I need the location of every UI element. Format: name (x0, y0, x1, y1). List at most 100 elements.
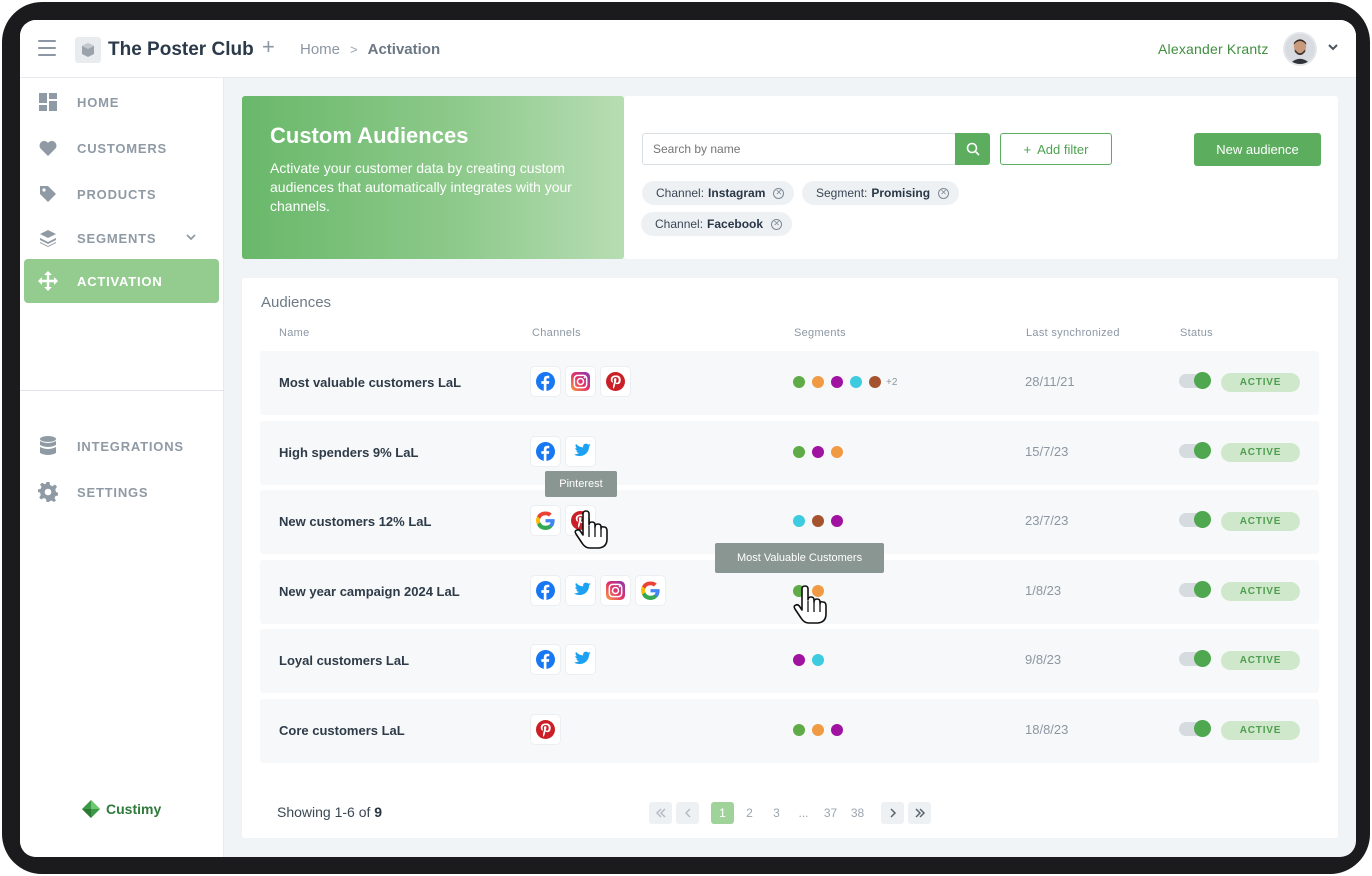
remove-chip-icon[interactable]: ✕ (771, 218, 783, 230)
status-toggle[interactable] (1179, 442, 1211, 459)
add-workspace-button[interactable]: + (262, 36, 275, 58)
segment-dot[interactable] (793, 654, 805, 666)
brand-name[interactable]: The Poster Club (108, 39, 254, 61)
brand-logo-icon (75, 37, 101, 63)
table-row[interactable]: Most valuable customers LaL +2 28/11/21 ACT… (260, 351, 1319, 415)
status-badge: ACTIVE (1221, 443, 1300, 462)
twitter-icon[interactable] (566, 437, 595, 466)
segment-dot[interactable] (831, 376, 843, 388)
pinterest-icon[interactable] (531, 715, 560, 744)
chevron-down-icon[interactable] (1326, 40, 1340, 54)
segment-dot[interactable] (793, 376, 805, 388)
table-row[interactable]: Loyal customers LaL 9/8/23 ACTIVE (260, 629, 1319, 693)
chip-value: Promising (871, 186, 931, 200)
segment-dot[interactable] (812, 724, 824, 736)
filter-chip[interactable]: Channel: Facebook ✕ (641, 212, 793, 236)
sidebar-item-segments[interactable]: SEGMENTS (24, 216, 219, 260)
prev-page-icon[interactable] (676, 802, 699, 824)
audience-name[interactable]: Core customers LaL (279, 723, 405, 738)
google-icon[interactable] (636, 576, 665, 605)
page-button[interactable]: 38 (846, 802, 869, 824)
status-toggle[interactable] (1179, 720, 1211, 737)
segment-dot[interactable] (831, 446, 843, 458)
page-button[interactable]: 37 (819, 802, 842, 824)
sidebar-item-integrations[interactable]: INTEGRATIONS (24, 424, 219, 468)
search-input[interactable] (642, 133, 956, 165)
segment-dot[interactable] (793, 515, 805, 527)
user-name[interactable]: Alexander Krantz (1158, 41, 1269, 57)
top-bar: The Poster Club + Home > Activation Alex… (20, 20, 1356, 78)
last-synchronized-date: 15/7/23 (1025, 444, 1069, 459)
sidebar-item-settings[interactable]: SETTINGS (24, 470, 219, 514)
segment-dot[interactable] (812, 446, 824, 458)
first-page-icon[interactable] (649, 802, 672, 824)
remove-chip-icon[interactable]: ✕ (938, 187, 950, 199)
segment-dot[interactable] (793, 446, 805, 458)
page-button[interactable]: 3 (765, 802, 788, 824)
custom-audiences-hero: Custom Audiences Activate your customer … (242, 96, 624, 259)
app-screen: The Poster Club + Home > Activation Alex… (20, 20, 1356, 857)
sidebar-item-activation[interactable]: ACTIVATION (24, 259, 219, 303)
column-header-channels: Channels (532, 327, 581, 339)
next-page-icon[interactable] (881, 802, 904, 824)
table-row[interactable]: Core customers LaL 18/8/23 ACTIVE (260, 699, 1319, 763)
remove-chip-icon[interactable]: ✕ (773, 187, 785, 199)
segment-dot[interactable] (831, 515, 843, 527)
sidebar-item-customers[interactable]: CUSTOMERS (24, 126, 219, 170)
segment-dot[interactable] (869, 376, 881, 388)
plus-icon: + (1023, 141, 1032, 157)
segment-dot[interactable] (812, 515, 824, 527)
new-audience-button[interactable]: New audience (1194, 133, 1321, 166)
facebook-icon[interactable] (531, 576, 560, 605)
table-row[interactable]: High spenders 9% LaL 15/7/23 ACTIVE (260, 421, 1319, 485)
status-badge: ACTIVE (1221, 373, 1300, 392)
filter-chip[interactable]: Channel: Instagram ✕ (642, 181, 795, 205)
status-toggle[interactable] (1179, 511, 1211, 528)
sidebar-item-home[interactable]: HOME (24, 80, 219, 124)
chip-value: Instagram (708, 186, 766, 200)
segment-dot[interactable] (850, 376, 862, 388)
audience-name[interactable]: New customers 12% LaL (279, 514, 431, 529)
google-icon[interactable] (531, 506, 560, 535)
search-button[interactable] (955, 133, 990, 165)
audience-name[interactable]: Loyal customers LaL (279, 653, 409, 668)
breadcrumb-home[interactable]: Home (300, 41, 340, 58)
status-toggle[interactable] (1179, 372, 1211, 389)
breadcrumb: Home > Activation (300, 41, 440, 58)
facebook-icon[interactable] (531, 437, 560, 466)
audience-name[interactable]: High spenders 9% LaL (279, 445, 418, 460)
pinterest-icon[interactable] (601, 367, 630, 396)
audience-name[interactable]: Most valuable customers LaL (279, 375, 461, 390)
segment-dot[interactable] (812, 376, 824, 388)
hamburger-menu-icon[interactable] (38, 40, 56, 56)
more-segments-count[interactable]: +2 (886, 377, 897, 388)
status-toggle[interactable] (1179, 581, 1211, 598)
last-page-icon[interactable] (908, 802, 931, 824)
twitter-icon[interactable] (566, 576, 595, 605)
filter-panel: + Add filter New audience Channel: Insta… (624, 96, 1338, 259)
segment-dot[interactable] (812, 654, 824, 666)
sidebar-item-products[interactable]: PRODUCTS (24, 172, 219, 216)
facebook-icon[interactable] (531, 367, 560, 396)
showing-count: Showing 1-6 of 9 (277, 804, 382, 820)
channel-tooltip: Pinterest (545, 471, 617, 497)
add-filter-button[interactable]: + Add filter (1000, 133, 1112, 165)
facebook-icon[interactable] (531, 645, 560, 674)
audience-name[interactable]: New year campaign 2024 LaL (279, 584, 460, 599)
status-toggle[interactable] (1179, 650, 1211, 667)
sidebar-item-label: HOME (77, 94, 120, 110)
chevron-down-icon[interactable] (185, 231, 197, 243)
instagram-icon[interactable] (601, 576, 630, 605)
twitter-icon[interactable] (566, 645, 595, 674)
segment-dot[interactable] (831, 724, 843, 736)
segment-dot[interactable] (793, 724, 805, 736)
page-button[interactable]: 1 (711, 802, 734, 824)
page-button[interactable]: 2 (738, 802, 761, 824)
avatar[interactable] (1283, 32, 1317, 66)
filter-chip[interactable]: Segment: Promising ✕ (802, 181, 960, 205)
instagram-icon[interactable] (566, 367, 595, 396)
toggle-knob (1194, 720, 1211, 737)
status-badge: ACTIVE (1221, 582, 1300, 601)
page-title: Custom Audiences (270, 123, 469, 148)
dashboard-icon (38, 92, 58, 112)
